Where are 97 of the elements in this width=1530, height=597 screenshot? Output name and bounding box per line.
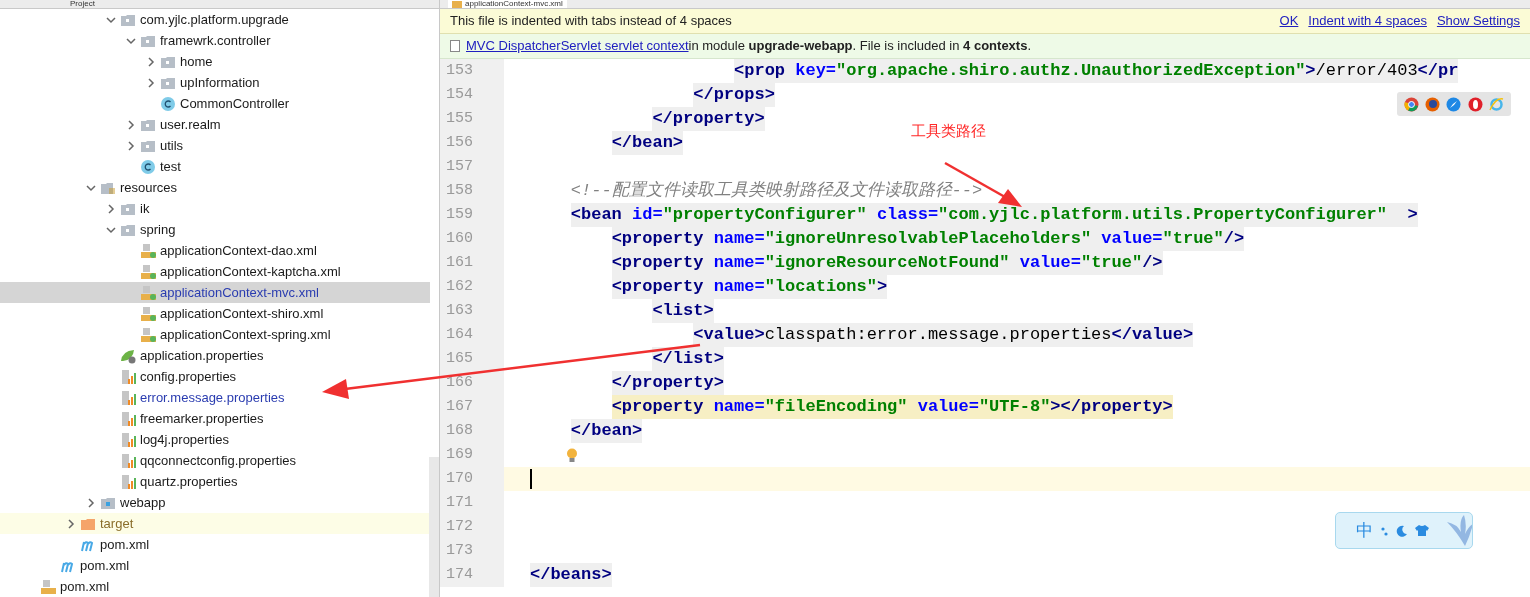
tree-item[interactable]: applicationContext-kaptcha.xml <box>0 261 430 282</box>
xml-file-icon <box>140 326 156 343</box>
line-number: 169 <box>440 443 504 467</box>
chevron-right-icon[interactable] <box>146 56 156 67</box>
text-caret <box>530 469 532 489</box>
tree-item[interactable]: pom.xml <box>0 534 430 555</box>
tree-item[interactable]: home <box>0 51 430 72</box>
chevron-right-icon[interactable] <box>106 203 116 214</box>
annotation-text: 工具类路径 <box>911 121 986 141</box>
tree-item[interactable]: spring <box>0 219 430 240</box>
moon-icon[interactable] <box>1395 524 1408 537</box>
tree-item[interactable]: error.message.properties <box>0 387 430 408</box>
shirt-icon[interactable] <box>1414 524 1430 537</box>
leaf-icon <box>120 347 136 364</box>
xml-file-icon <box>140 284 156 301</box>
tree-item[interactable]: utils <box>0 135 430 156</box>
opera-icon[interactable] <box>1467 96 1483 112</box>
compass-icon[interactable] <box>1446 96 1462 112</box>
context-link[interactable]: MVC DispatcherServlet servlet context <box>466 36 689 56</box>
class-icon <box>160 95 176 112</box>
line-number: 154 <box>440 83 504 107</box>
xml-file-icon <box>140 263 156 280</box>
line-number: 164 <box>440 323 504 347</box>
tree-item[interactable]: pom.xml <box>0 555 430 576</box>
line-number: 155 <box>440 107 504 131</box>
tree-item[interactable]: com.yjlc.platform.upgrade <box>0 9 430 30</box>
line-number: 168 <box>440 419 504 443</box>
tree-item[interactable]: framewrk.controller <box>0 30 430 51</box>
notice-link[interactable]: OK <box>1279 11 1299 31</box>
tree-item[interactable]: application.properties <box>0 345 430 366</box>
properties-file-icon <box>120 452 136 469</box>
tree-item[interactable]: pom.xml <box>0 576 430 597</box>
tree-item[interactable]: test <box>0 156 430 177</box>
tree-item[interactable]: target <box>0 513 430 534</box>
editor-tab[interactable]: applicationContext-mvc.xml <box>448 0 567 8</box>
properties-file-icon <box>120 473 136 490</box>
line-number: 159 <box>440 203 504 227</box>
line-number: 160 <box>440 227 504 251</box>
code-comment: <!--配置文件读取工具类映射路径及文件读取路径--> <box>570 180 983 202</box>
chevron-right-icon[interactable] <box>86 497 96 508</box>
tree-item[interactable]: webapp <box>0 492 430 513</box>
line-number: 158 <box>440 179 504 203</box>
chevron-right-icon[interactable] <box>126 119 136 130</box>
line-number: 171 <box>440 491 504 515</box>
chevron-down-icon[interactable] <box>106 14 116 25</box>
tree-item[interactable]: ik <box>0 198 430 219</box>
line-number: 156 <box>440 131 504 155</box>
properties-file-icon <box>120 389 136 406</box>
tree-item[interactable]: applicationContext-shiro.xml <box>0 303 430 324</box>
line-number: 170 <box>440 467 504 491</box>
xml-file-icon <box>140 242 156 259</box>
tree-item[interactable]: user.realm <box>0 114 430 135</box>
notice-link[interactable]: Show Settings <box>1436 11 1520 31</box>
scrollbar[interactable] <box>429 457 439 597</box>
notice-link[interactable]: Indent with 4 spaces <box>1308 11 1427 31</box>
line-number: 173 <box>440 539 504 563</box>
context-text: in module upgrade-webapp. File is included in 4 contexts. <box>688 37 1032 56</box>
chevron-right-icon[interactable] <box>146 77 156 88</box>
chevron-down-icon[interactable] <box>86 182 96 193</box>
tree-item[interactable]: log4j.properties <box>0 429 430 450</box>
properties-file-icon <box>120 410 136 427</box>
tree-item[interactable]: config.properties <box>0 366 430 387</box>
line-number: 172 <box>440 515 504 539</box>
tree-item[interactable]: CommonController <box>0 93 430 114</box>
tree-item[interactable]: applicationContext-mvc.xml <box>0 282 430 303</box>
firefox-icon[interactable] <box>1425 96 1441 112</box>
file-icon <box>450 40 460 52</box>
tree-item[interactable]: freemarker.properties <box>0 408 430 429</box>
line-number: 174 <box>440 563 504 587</box>
panel-title: Project <box>69 0 95 8</box>
line-number: 163 <box>440 299 504 323</box>
chevron-down-icon[interactable] <box>106 224 116 235</box>
properties-file-icon <box>120 368 136 385</box>
chevron-right-icon[interactable] <box>126 140 136 151</box>
lightbulb-icon[interactable] <box>566 447 578 463</box>
tree-item[interactable]: applicationContext-dao.xml <box>0 240 430 261</box>
chevron-down-icon[interactable] <box>126 35 136 46</box>
chevron-right-icon[interactable] <box>66 518 76 529</box>
tree-item[interactable]: resources <box>0 177 430 198</box>
class-icon <box>140 158 156 175</box>
line-number: 161 <box>440 251 504 275</box>
chrome-icon[interactable] <box>1404 96 1420 112</box>
line-number: 162 <box>440 275 504 299</box>
line-number: 166 <box>440 371 504 395</box>
properties-file-icon <box>120 431 136 448</box>
tree-item[interactable]: applicationContext-spring.xml <box>0 324 430 345</box>
xml-file-icon <box>40 578 56 595</box>
line-number: 165 <box>440 347 504 371</box>
line-number: 167 <box>440 395 504 419</box>
xml-file-icon <box>140 305 156 322</box>
tree-item[interactable]: quartz.properties <box>0 471 430 492</box>
tree-item[interactable]: upInformation <box>0 72 430 93</box>
tree-item[interactable]: qqconnectconfig.properties <box>0 450 430 471</box>
notice-text: This file is indented with tabs instead of 4 spaces <box>450 12 733 31</box>
line-number: 157 <box>440 155 504 179</box>
xml-file-icon <box>452 1 462 8</box>
line-number: 153 <box>440 59 504 83</box>
